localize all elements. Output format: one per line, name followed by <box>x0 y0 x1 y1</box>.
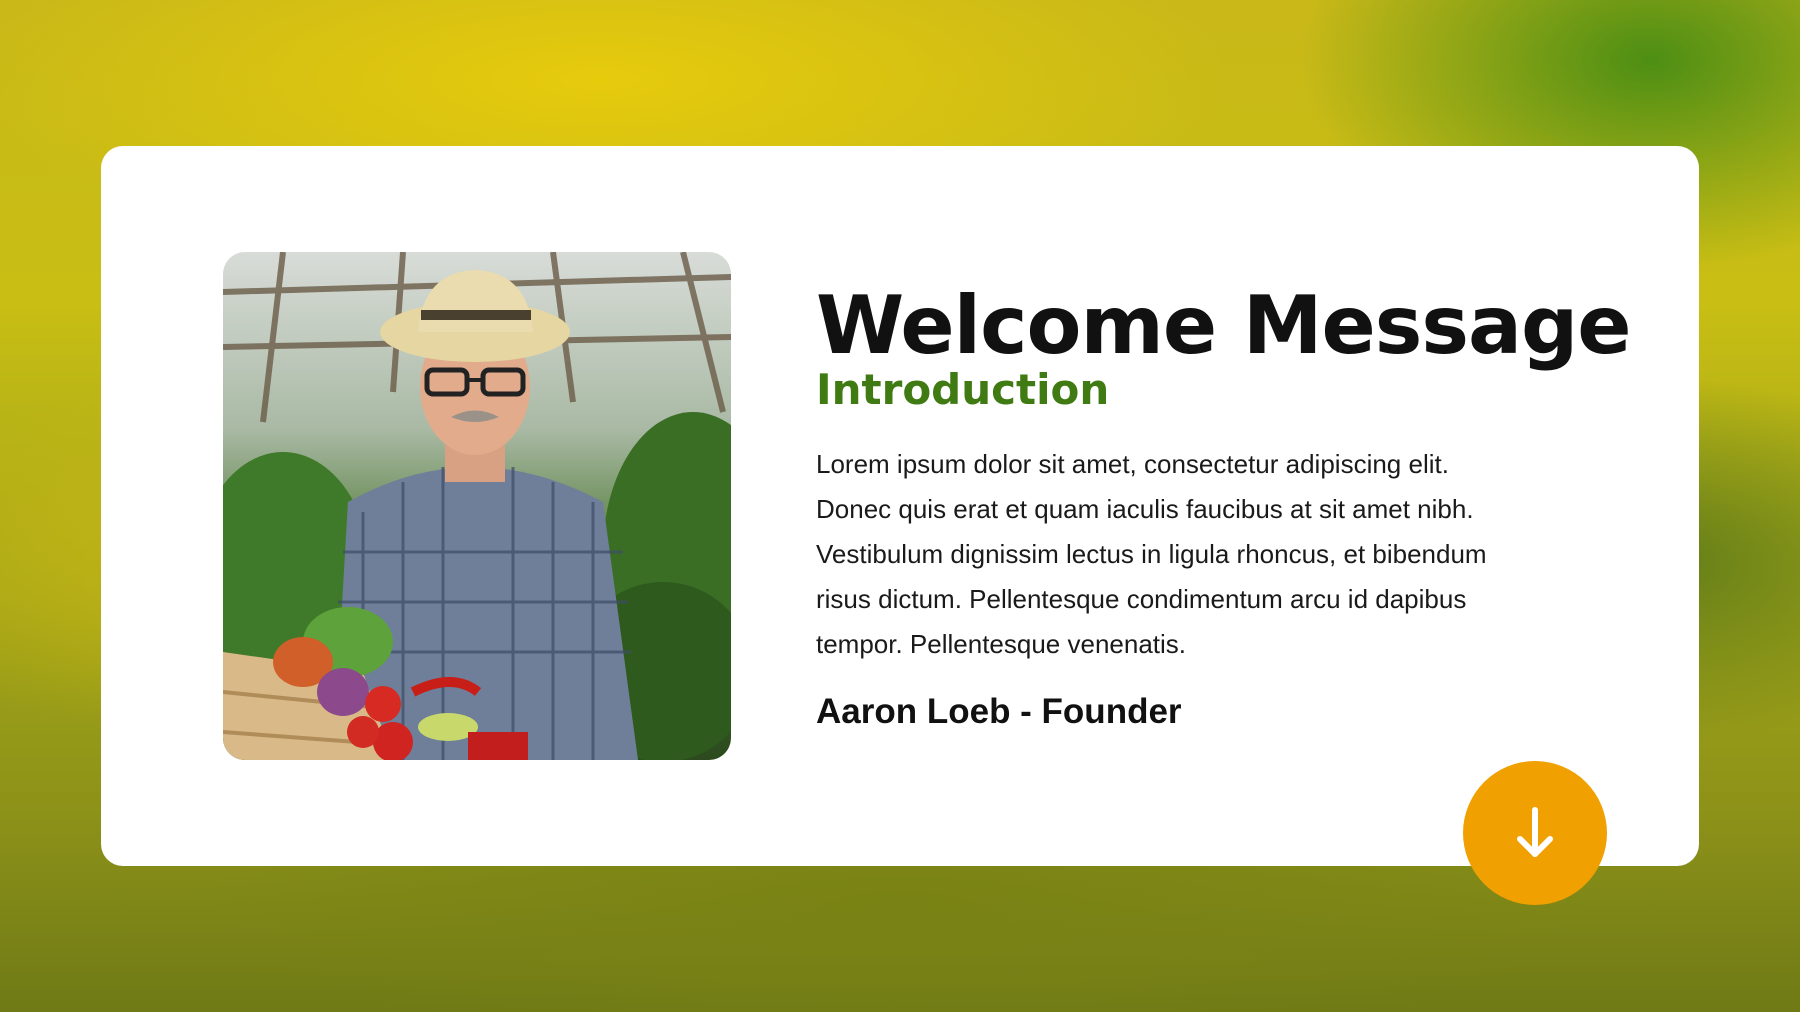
paragraph-line: Lorem ipsum dolor sit amet, consectetur … <box>816 449 1449 479</box>
page-subtitle: Introduction <box>816 365 1110 414</box>
page-title: Welcome Message <box>816 279 1632 372</box>
paragraph-line: risus dictum. Pellentesque condimentum a… <box>816 584 1467 614</box>
arrow-down-icon <box>1517 807 1553 857</box>
paragraph-line: Vestibulum dignissim lectus in ligula rh… <box>816 539 1487 569</box>
paragraph-line: tempor. Pellentesque venenatis. <box>816 629 1187 659</box>
intro-paragraph: Lorem ipsum dolor sit amet, consectetur … <box>816 442 1596 667</box>
scroll-down-button[interactable] <box>1463 761 1607 905</box>
founder-signature: Aaron Loeb - Founder <box>816 692 1182 731</box>
paragraph-line: Donec quis erat et quam iaculis faucibus… <box>816 494 1474 524</box>
founder-photo <box>223 252 731 760</box>
